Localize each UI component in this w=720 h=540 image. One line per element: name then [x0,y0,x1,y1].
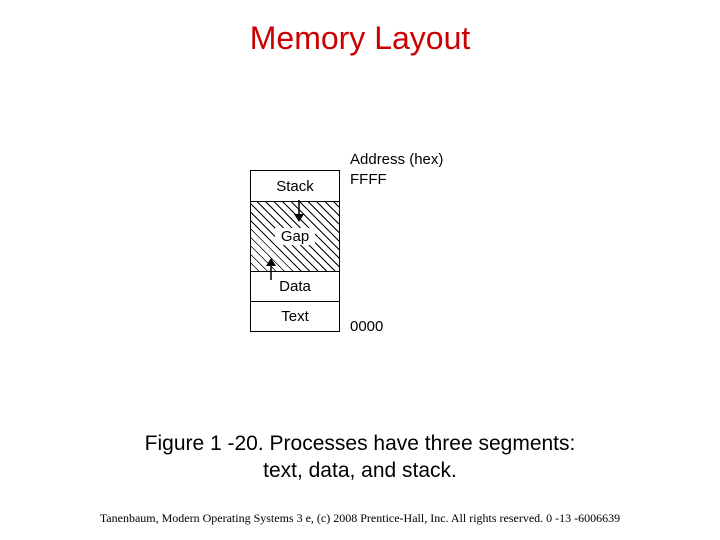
figure-caption: Figure 1 -20. Processes have three segme… [0,430,720,485]
address-top-value: FFFF [350,171,387,188]
address-bottom-value: 0000 [350,318,383,335]
memory-diagram: Address (hex) FFFF Stack Gap Data Text 0… [0,150,720,400]
copyright-footer: Tanenbaum, Modern Operating Systems 3 e,… [0,511,720,526]
caption-line-1: Figure 1 -20. Processes have three segme… [145,432,576,455]
data-grows-up-arrow-icon [264,258,278,285]
address-hex-label: Address (hex) [350,151,443,168]
segment-stack: Stack [251,171,339,201]
gap-label: Gap [275,228,315,245]
address-top-label: Address (hex) FFFF [350,150,443,189]
memory-box: Stack Gap Data Text [250,170,340,332]
caption-line-2: text, data, and stack. [263,459,457,482]
segment-text: Text [251,301,339,331]
page-title: Memory Layout [0,0,720,57]
